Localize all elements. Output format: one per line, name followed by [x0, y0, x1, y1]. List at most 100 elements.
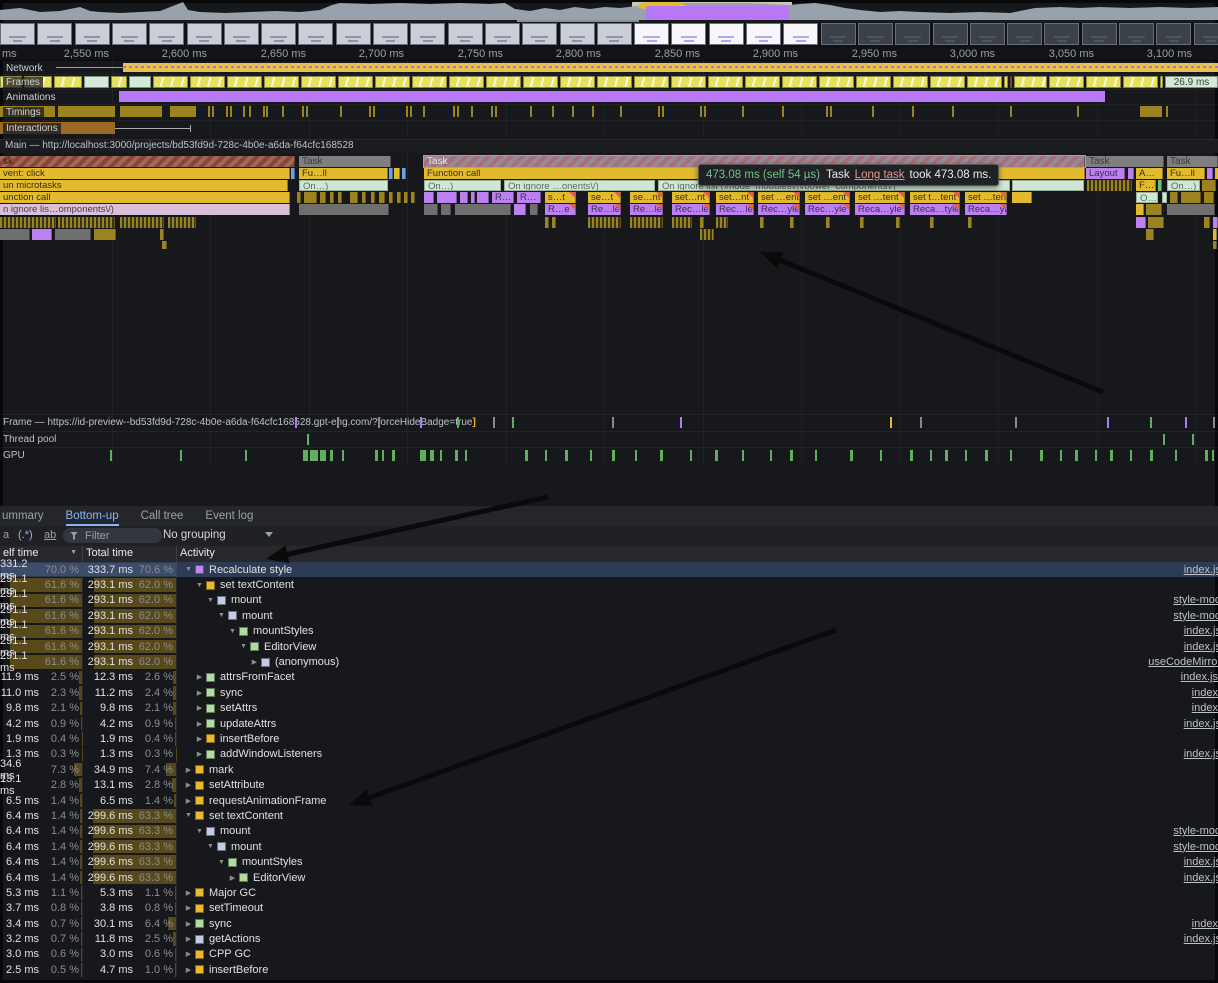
timing-mark[interactable] [952, 106, 954, 117]
table-row[interactable]: 34.6 ms7.3 %34.9 ms7.4 %▶mark [0, 762, 1218, 777]
flame-event-bar[interactable] [860, 217, 864, 228]
gpu-activity-mark[interactable] [565, 450, 568, 461]
gpu-activity-mark[interactable] [945, 450, 948, 461]
flame-event-bar[interactable]: set …ent [805, 192, 850, 203]
thread-pool-mark[interactable] [1163, 434, 1165, 445]
timing-mark[interactable] [1077, 106, 1079, 117]
gpu-activity-mark[interactable] [180, 450, 182, 461]
frame-block[interactable] [1014, 76, 1047, 88]
expand-icon[interactable]: ▶ [182, 920, 195, 928]
gpu-activity-mark[interactable] [440, 450, 442, 461]
flame-event-bar[interactable] [1136, 217, 1146, 228]
expand-icon[interactable]: ▶ [193, 689, 206, 697]
flame-event-bar[interactable] [1213, 229, 1217, 240]
frame-block[interactable] [523, 76, 558, 88]
gpu-activity-mark[interactable] [320, 450, 326, 461]
frame-block[interactable] [129, 76, 151, 88]
flame-event-bar[interactable] [1204, 217, 1210, 228]
timing-mark[interactable] [704, 106, 706, 117]
network-track[interactable]: Network [0, 60, 1218, 75]
animation-bar[interactable] [119, 91, 1105, 102]
cpu-overview-chart[interactable] [0, 2, 1218, 20]
task-bar[interactable]: Task [1086, 156, 1164, 167]
gpu-activity-mark[interactable] [1130, 450, 1132, 461]
flame-event-bar[interactable]: R…e [545, 204, 576, 215]
gpu-activity-mark[interactable] [790, 450, 793, 461]
frame-block[interactable] [338, 76, 373, 88]
frame-track-mark[interactable] [337, 417, 339, 428]
timing-mark[interactable] [302, 106, 304, 117]
thread-pool-mark[interactable] [307, 434, 309, 445]
frame-block[interactable] [634, 76, 669, 88]
frame-block[interactable] [745, 76, 780, 88]
flame-event-bar[interactable] [1162, 192, 1167, 203]
timing-mark[interactable] [700, 106, 702, 117]
filmstrip[interactable] [0, 23, 1218, 47]
table-row[interactable]: 6.4 ms1.4 %299.6 ms63.3 %▼mountstyle-mod [0, 839, 1218, 854]
frames-track[interactable]: Frames 26.9 ms [0, 74, 1218, 90]
frame-block[interactable] [708, 76, 743, 88]
flame-event-bar[interactable] [1170, 192, 1178, 203]
frame-block[interactable] [782, 76, 817, 88]
table-row[interactable]: 3.4 ms0.7 %30.1 ms6.4 %▶syncindex. [0, 916, 1218, 931]
gpu-activity-mark[interactable] [660, 450, 663, 461]
table-row[interactable]: 291.1 ms61.6 %293.1 ms62.0 %▼mountstyle-… [0, 608, 1218, 623]
gpu-activity-mark[interactable] [910, 450, 913, 461]
flame-event-bar[interactable] [700, 217, 704, 228]
expand-icon[interactable]: ▶ [182, 766, 195, 774]
flame-event-bar[interactable]: Reca…tyle [910, 204, 960, 215]
frame-track-mark[interactable] [920, 417, 922, 428]
flame-event-bar[interactable] [760, 217, 764, 228]
flame-event-bar[interactable] [394, 168, 400, 179]
flame-event-bar[interactable] [362, 192, 366, 203]
source-link[interactable]: index.js [1184, 564, 1218, 576]
timing-mark[interactable] [226, 106, 228, 117]
table-row[interactable]: 6.4 ms1.4 %299.6 ms63.3 %▼mountstyle-mod [0, 824, 1218, 839]
flame-event-bar[interactable] [397, 192, 401, 203]
timing-mark[interactable] [1010, 106, 1012, 117]
source-link[interactable]: index.js [1184, 856, 1218, 868]
frame-block[interactable] [967, 76, 1002, 88]
table-row[interactable]: 1.3 ms0.3 %1.3 ms0.3 %▶addWindowListener… [0, 747, 1218, 762]
filmstrip-thumbnail[interactable] [1007, 23, 1042, 45]
flame-event-bar[interactable] [55, 229, 91, 240]
gpu-activity-mark[interactable] [1175, 450, 1177, 461]
filmstrip-thumbnail[interactable] [261, 23, 296, 45]
thread-pool-track[interactable]: Thread pool [0, 431, 1218, 448]
source-link[interactable]: index, [1192, 702, 1218, 714]
gpu-track[interactable]: GPU [0, 447, 1218, 465]
source-link[interactable]: style-mod [1173, 841, 1218, 853]
filmstrip-thumbnail[interactable] [1119, 23, 1154, 45]
network-request-bar[interactable] [123, 63, 1218, 72]
frame-block[interactable] [597, 76, 632, 88]
flame-event-bar[interactable] [471, 192, 475, 203]
timing-mark[interactable] [912, 106, 914, 117]
filmstrip-thumbnail[interactable] [671, 23, 706, 45]
frame-track-mark[interactable] [295, 417, 297, 428]
flame-event-bar[interactable] [930, 217, 934, 228]
flame-event-bar[interactable] [424, 192, 434, 203]
source-link[interactable]: style-mod [1173, 825, 1218, 837]
flame-event-bar[interactable]: Re…le [588, 204, 621, 215]
task-bar[interactable]: Task [1167, 156, 1218, 167]
flame-event-bar[interactable] [291, 168, 295, 179]
timing-block[interactable] [170, 106, 196, 117]
flame-event-bar[interactable] [790, 217, 794, 228]
timing-block[interactable] [120, 106, 162, 117]
gpu-activity-mark[interactable] [1040, 450, 1043, 461]
gpu-activity-mark[interactable] [612, 450, 615, 461]
table-row[interactable]: 331.2 ms70.0 %333.7 ms70.6 %▼Recalculate… [0, 562, 1218, 577]
table-row[interactable]: 6.4 ms1.4 %299.6 ms63.3 %▶EditorViewinde… [0, 870, 1218, 885]
flame-event-bar[interactable] [588, 217, 621, 228]
timing-mark[interactable] [662, 106, 664, 117]
flame-event-bar[interactable]: Re…le [630, 204, 663, 215]
flame-event-bar[interactable] [700, 229, 714, 240]
expand-icon[interactable]: ▶ [182, 950, 195, 958]
expand-icon[interactable]: ▶ [182, 904, 195, 912]
gpu-activity-mark[interactable] [590, 450, 592, 461]
table-row[interactable]: 291.1 ms61.6 %293.1 ms62.0 %▼mountStyles… [0, 624, 1218, 639]
flame-event-bar[interactable] [389, 168, 393, 179]
collapse-icon[interactable]: ▼ [182, 812, 195, 819]
frame-block[interactable] [1049, 76, 1084, 88]
frame-block[interactable] [856, 76, 891, 88]
